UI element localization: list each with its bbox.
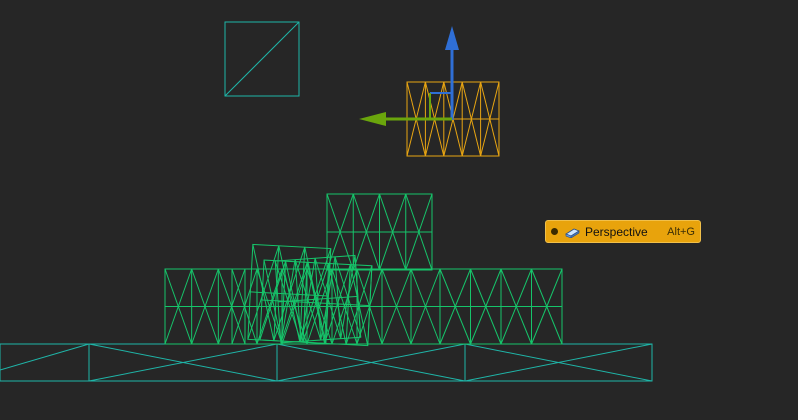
menu-item-shortcut: Alt+G xyxy=(667,225,695,238)
wireframe-viewport[interactable] xyxy=(0,0,798,420)
floor-mesh[interactable] xyxy=(0,343,653,382)
menu-item-perspective[interactable]: Perspective Alt+G xyxy=(545,220,701,243)
perspective-cube-icon xyxy=(564,226,580,238)
box-stack-meshes[interactable] xyxy=(164,193,563,347)
floating-plane-mesh[interactable] xyxy=(224,21,300,97)
gizmo-x-arrow-icon[interactable] xyxy=(359,112,386,126)
menu-item-label: Perspective xyxy=(585,224,648,239)
gizmo-z-arrow-icon[interactable] xyxy=(445,26,459,50)
radio-selected-icon xyxy=(551,228,558,235)
